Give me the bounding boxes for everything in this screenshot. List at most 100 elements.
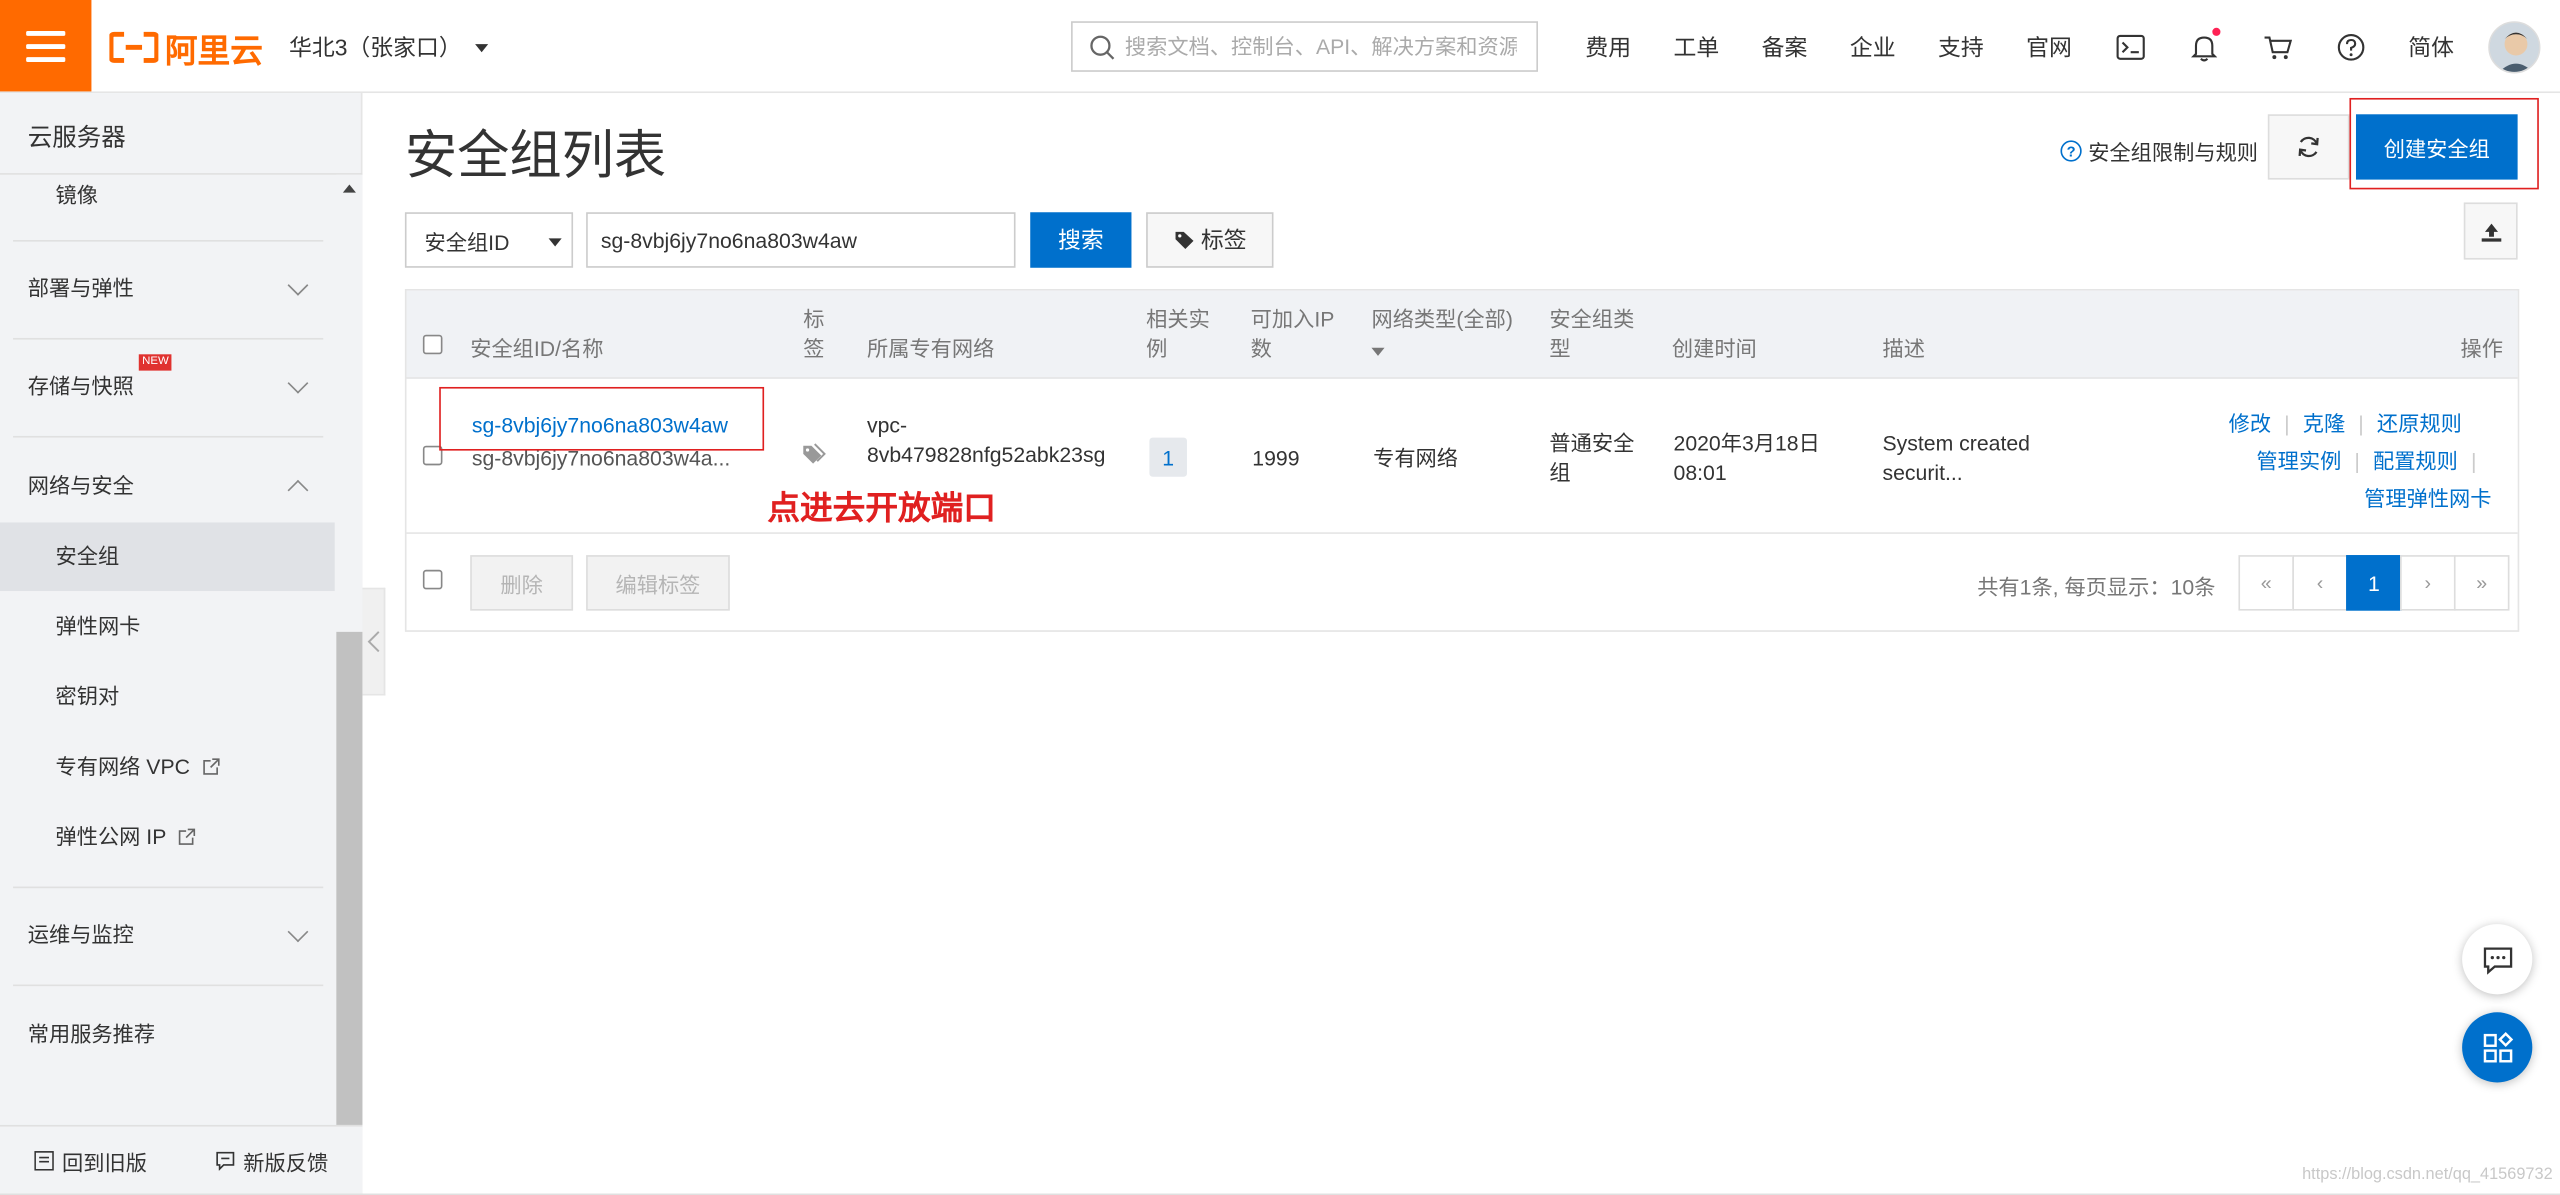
prev-page-button[interactable]: ‹ xyxy=(2292,555,2348,611)
sidebar-group-storage[interactable]: 存储与快照NEW xyxy=(0,354,335,419)
language-switch[interactable]: 简体 xyxy=(2387,30,2475,63)
top-bar: 阿里云 华北3（张家口） 费用 工单 备案 企业 支持 官网 xyxy=(0,0,2560,94)
page-title: 安全组列表 xyxy=(404,125,667,185)
restore-rules-link[interactable]: 还原规则 xyxy=(2377,411,2462,435)
first-page-button[interactable]: « xyxy=(2238,555,2294,611)
nav-website[interactable]: 官网 xyxy=(2005,30,2093,63)
nav-tickets[interactable]: 工单 xyxy=(1652,30,1740,63)
scroll-up-arrow-icon[interactable] xyxy=(342,184,356,193)
separator: | xyxy=(2354,448,2360,474)
edit-tags-button[interactable]: 编辑标签 xyxy=(586,555,730,611)
terminal-icon[interactable] xyxy=(2093,33,2166,60)
sidebar-item-eip[interactable]: 弹性公网 IP xyxy=(0,803,335,872)
bell-icon[interactable] xyxy=(2167,26,2240,61)
export-button[interactable] xyxy=(2463,202,2518,260)
region-selector[interactable]: 华北3（张家口） xyxy=(289,31,488,64)
next-page-button[interactable]: › xyxy=(2400,555,2456,611)
sidebar-collapse-toggle[interactable] xyxy=(362,587,386,696)
clone-link[interactable]: 克隆 xyxy=(2303,411,2345,435)
aliyun-logo[interactable]: 阿里云 xyxy=(109,26,263,70)
col-header-vpc: 所属专有网络 xyxy=(866,336,995,361)
col-header-text: 数 xyxy=(1250,336,1272,361)
nav-icp[interactable]: 备案 xyxy=(1740,30,1828,63)
footer-left-label: 回到旧版 xyxy=(62,1150,147,1175)
menu-button[interactable] xyxy=(0,0,92,92)
col-header-text: 网络类型(全部) xyxy=(1371,306,1513,332)
sidebar-item-vpc[interactable]: 专有网络 VPC xyxy=(0,733,335,802)
separator: | xyxy=(2358,411,2364,436)
modify-link[interactable]: 修改 xyxy=(2229,411,2271,435)
chevron-down-icon xyxy=(287,372,309,394)
search-input[interactable] xyxy=(1124,34,1517,59)
sidebar-group-network-security[interactable]: 网络与安全 xyxy=(0,454,335,519)
col-header-description: 描述 xyxy=(1882,336,1925,361)
sidebar-item-security-group[interactable]: 安全组 xyxy=(0,522,335,592)
pagination: « ‹ 1 › » xyxy=(2238,555,2510,611)
logo-text: 阿里云 xyxy=(164,33,263,70)
col-header-text: 相关实 xyxy=(1146,306,1210,332)
chat-float-button[interactable] xyxy=(2462,924,2533,995)
footer-select-all-checkbox[interactable] xyxy=(422,569,443,590)
tag-filter-button[interactable]: 标签 xyxy=(1146,212,1274,268)
cart-icon[interactable] xyxy=(2240,33,2313,59)
filter-field-select[interactable]: 安全组ID xyxy=(404,212,574,268)
select-all-checkbox[interactable] xyxy=(422,334,443,355)
new-badge: NEW xyxy=(138,354,173,371)
sidebar-group-ops[interactable]: 运维与监控 xyxy=(0,903,335,968)
question-icon: ? xyxy=(2060,140,2082,162)
sidebar-item-eni[interactable]: 弹性网卡 xyxy=(0,593,335,662)
divider xyxy=(13,984,324,987)
sidebar-group-recommended[interactable]: 常用服务推荐 xyxy=(0,1002,335,1067)
sidebar-item-images[interactable]: 镜像 xyxy=(0,175,335,211)
region-label: 华北3（张家口） xyxy=(288,34,462,61)
last-page-button[interactable]: » xyxy=(2453,555,2510,611)
row-actions-line2: 管理实例 | 配置规则 | xyxy=(2256,444,2489,475)
col-header-created: 创建时间 xyxy=(1671,336,1757,361)
col-header-actions: 操作 xyxy=(2460,336,2503,361)
avatar[interactable] xyxy=(2488,21,2541,74)
nav-support[interactable]: 支持 xyxy=(1917,30,2005,63)
tag-button-label: 标签 xyxy=(1200,226,1247,254)
sidebar-item-label: 网络与安全 xyxy=(27,473,134,498)
nav-fees[interactable]: 费用 xyxy=(1564,30,1652,63)
feedback-button[interactable]: 新版反馈 xyxy=(216,1145,328,1176)
global-search[interactable] xyxy=(1071,21,1539,72)
tag-icon xyxy=(1174,231,1193,249)
available-ip-count: 1999 xyxy=(1252,445,1300,471)
scroll-thumb[interactable] xyxy=(336,631,363,1130)
divider xyxy=(13,886,324,889)
sidebar-group-deploy[interactable]: 部署与弹性 xyxy=(0,256,335,321)
col-header-network-type[interactable]: 网络类型(全部) xyxy=(1371,305,1513,364)
filter-value-input[interactable] xyxy=(586,212,1016,268)
search-icon xyxy=(1090,34,1115,59)
manage-instances-link[interactable]: 管理实例 xyxy=(2256,449,2341,473)
sidebar-item-label: 部署与弹性 xyxy=(27,275,134,301)
sidebar: 云服务器 镜像 部署与弹性 存储与快照NEW 网络与安全 安全组 弹性网卡 密钥… xyxy=(0,93,363,1195)
edit-tags-icon[interactable] xyxy=(802,442,828,473)
top-nav: 费用 工单 备案 企业 支持 官网 简体 xyxy=(1564,0,2475,93)
security-group-limits-link[interactable]: ? 安全组限制与规则 xyxy=(2060,136,2258,167)
col-header-text: 签 xyxy=(803,336,825,361)
nav-enterprise[interactable]: 企业 xyxy=(1829,30,1917,63)
row-actions-line3: 管理弹性网卡 xyxy=(2364,482,2491,513)
sidebar-item-label: 镜像 xyxy=(55,182,98,208)
configure-rules-link[interactable]: 配置规则 xyxy=(2373,449,2458,473)
sg-type-line1: 普通安全 xyxy=(1549,431,1635,456)
related-instances-count[interactable]: 1 xyxy=(1149,437,1187,477)
sidebar-item-keypair[interactable]: 密钥对 xyxy=(0,663,335,732)
col-header-text: 例 xyxy=(1146,336,1168,361)
apps-float-button[interactable] xyxy=(2462,1012,2533,1083)
filter-caret-icon xyxy=(1371,347,1385,356)
manage-eni-link[interactable]: 管理弹性网卡 xyxy=(2364,487,2491,511)
sidebar-scrollbar[interactable] xyxy=(336,174,363,1130)
annotation-text: 点进去开放端口 xyxy=(767,491,996,528)
search-button[interactable]: 搜索 xyxy=(1030,212,1132,268)
refresh-button[interactable] xyxy=(2267,114,2350,180)
chevron-down-icon xyxy=(548,238,562,247)
delete-button[interactable]: 删除 xyxy=(470,555,574,611)
export-icon xyxy=(2480,222,2501,241)
page-1-button[interactable]: 1 xyxy=(2346,555,2402,611)
back-to-old-version-button[interactable]: 回到旧版 xyxy=(34,1145,147,1176)
divider xyxy=(13,435,324,438)
help-icon[interactable] xyxy=(2314,32,2387,61)
